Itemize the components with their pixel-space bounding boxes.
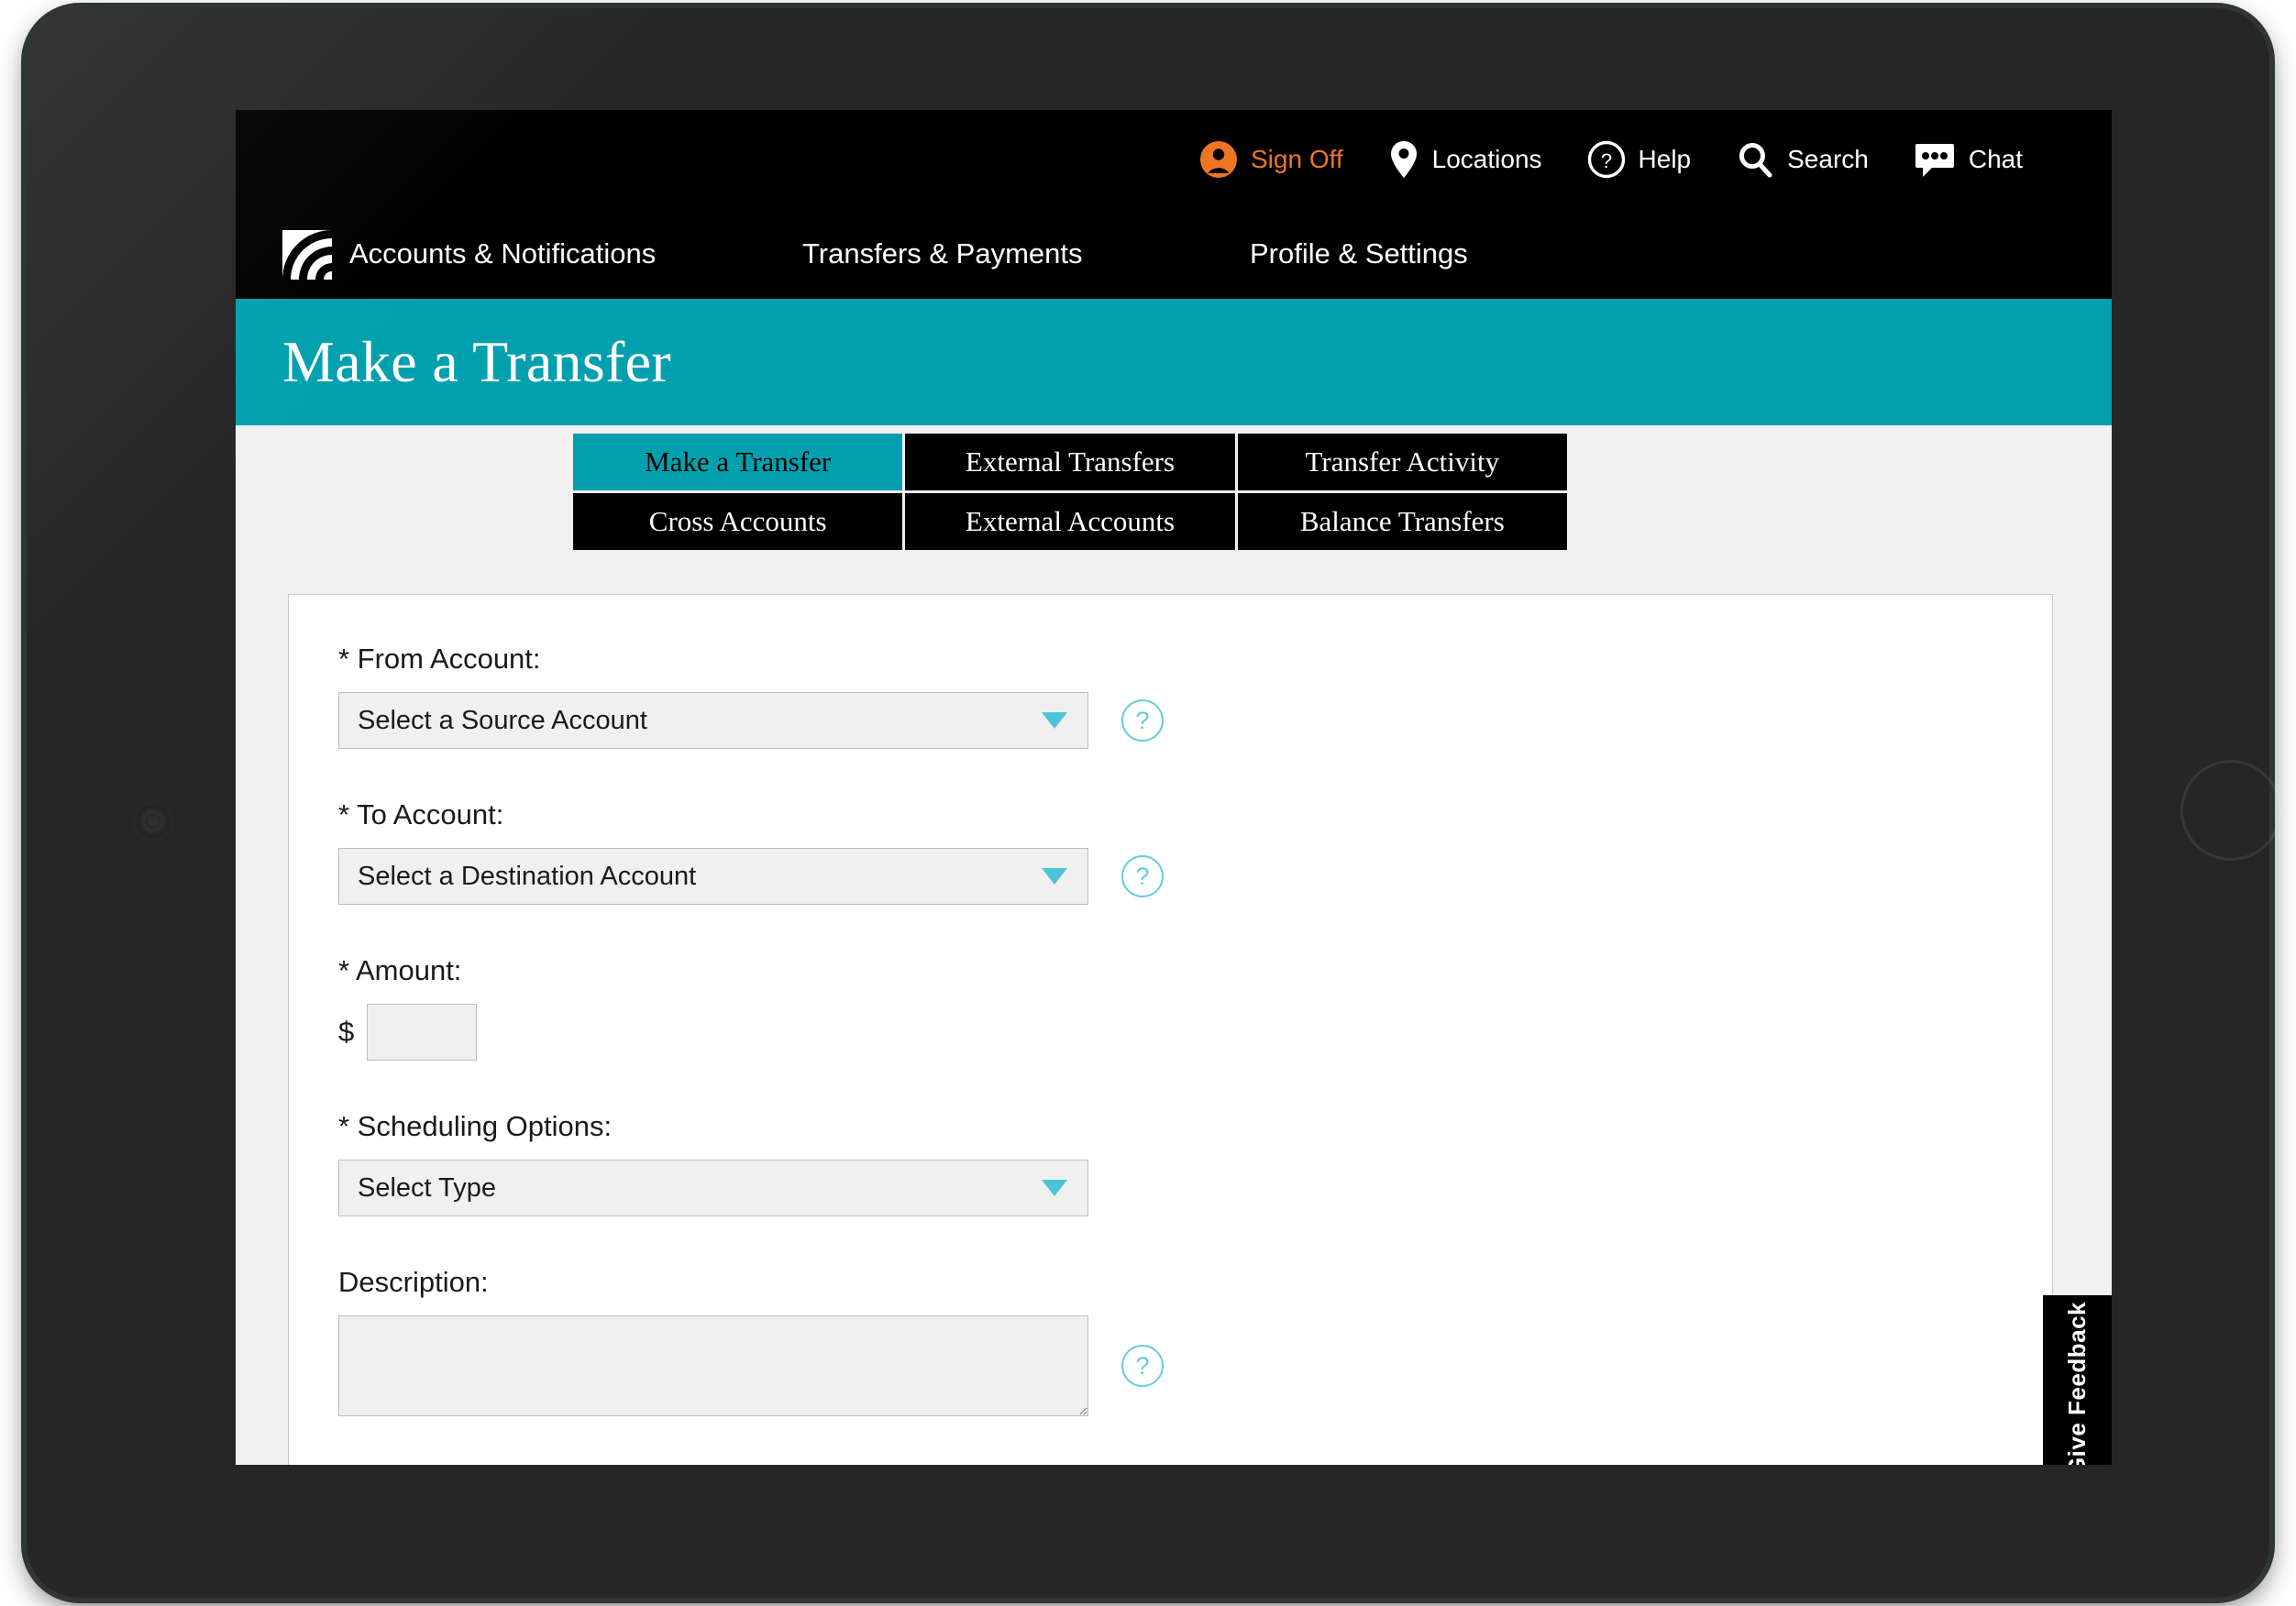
transfer-form-card: * From Account: Select a Source Account … [288, 594, 2053, 1465]
sign-off-label: Sign Off [1251, 144, 1343, 173]
signal-arcs-logo-icon[interactable] [282, 230, 332, 280]
nav-item-label: Accounts & Notifications [349, 236, 657, 270]
description-help-icon[interactable]: ? [1121, 1345, 1164, 1387]
scheduling-options-label: * Scheduling Options: [338, 1110, 613, 1142]
tab-bar: Make a Transfer External Transfers Trans… [236, 425, 2112, 550]
chevron-down-icon [1042, 1180, 1067, 1196]
give-feedback-tab[interactable]: Give Feedback [2043, 1295, 2112, 1465]
from-account-select[interactable]: Select a Source Account [338, 692, 1088, 749]
to-account-value: Select a Destination Account [358, 861, 697, 891]
to-account-select[interactable]: Select a Destination Account [338, 848, 1088, 905]
tablet-device-frame: Sign Off Locations ? Help Search Chat Ac… [27, 8, 2281, 1598]
magnifier-icon [1736, 140, 1774, 179]
tab-label: Balance Transfers [1299, 505, 1505, 537]
to-account-help-icon[interactable]: ? [1121, 855, 1164, 897]
utility-bar-items: Sign Off Locations ? Help Search Chat [1199, 110, 2023, 208]
description-label: Description: [338, 1266, 489, 1298]
tab-label: Cross Accounts [648, 505, 827, 537]
home-button[interactable] [2180, 760, 2281, 861]
help-link[interactable]: ? Help [1587, 140, 1692, 179]
help-glyph: ? [1135, 706, 1150, 734]
main-navigation: Accounts & Notifications Transfers & Pay… [236, 208, 2112, 299]
amount-label: * Amount: [338, 954, 462, 986]
nav-item-label: Transfers & Payments [802, 236, 1083, 270]
chat-link[interactable]: Chat [1914, 141, 2023, 178]
description-textarea[interactable] [338, 1315, 1088, 1416]
scheduling-options-select[interactable]: Select Type [338, 1160, 1088, 1216]
tab-label: Transfer Activity [1305, 446, 1500, 478]
tab-cross-accounts[interactable]: Cross Accounts [573, 493, 903, 550]
nav-item-profile-settings[interactable]: Profile & Settings [1250, 208, 1468, 299]
tab-transfer-activity[interactable]: Transfer Activity [1237, 434, 1567, 490]
description-field: Description: ? [338, 1266, 2052, 1416]
svg-text:?: ? [1600, 149, 1611, 172]
tab-label: Make a Transfer [645, 446, 832, 478]
amount-field: * Amount: $ [338, 954, 2052, 1061]
to-account-label: * To Account: [338, 798, 504, 830]
nav-item-transfers-payments[interactable]: Transfers & Payments [802, 208, 1083, 299]
from-account-help-icon[interactable]: ? [1121, 699, 1164, 742]
nav-item-accounts-notifications[interactable]: Accounts & Notifications [349, 208, 656, 299]
tab-label: External Accounts [965, 505, 1176, 537]
help-label: Help [1638, 144, 1692, 173]
page-hero: Make a Transfer [236, 299, 2112, 425]
help-glyph: ? [1135, 862, 1150, 890]
sign-off-link[interactable]: Sign Off [1199, 140, 1343, 179]
amount-input[interactable] [367, 1004, 478, 1061]
front-camera-icon [136, 804, 171, 839]
currency-symbol: $ [338, 1016, 355, 1048]
from-account-field: * From Account: Select a Source Account … [338, 643, 2052, 749]
tab-balance-transfers[interactable]: Balance Transfers [1237, 493, 1567, 550]
chevron-down-icon [1042, 868, 1067, 885]
utility-bar: Sign Off Locations ? Help Search Chat [236, 110, 2112, 208]
search-label: Search [1787, 144, 1869, 173]
tab-grid: Make a Transfer External Transfers Trans… [573, 434, 1567, 550]
scheduling-options-field: * Scheduling Options: Select Type [338, 1110, 2052, 1216]
locations-label: Locations [1431, 144, 1542, 173]
main-navigation-items: Accounts & Notifications Transfers & Pay… [349, 208, 1633, 299]
chevron-down-icon [1042, 712, 1067, 729]
to-account-field: * To Account: Select a Destination Accou… [338, 798, 2052, 905]
page-title: Make a Transfer [282, 329, 671, 394]
search-link[interactable]: Search [1736, 140, 1869, 179]
nav-item-label: Profile & Settings [1250, 236, 1468, 270]
tab-label: External Transfers [965, 446, 1176, 478]
tab-make-a-transfer[interactable]: Make a Transfer [573, 434, 903, 490]
tab-external-transfers[interactable]: External Transfers [905, 434, 1235, 490]
browser-viewport: Sign Off Locations ? Help Search Chat Ac… [236, 110, 2112, 1465]
from-account-label: * From Account: [338, 643, 541, 675]
chat-label: Chat [1968, 144, 2023, 173]
user-circle-icon [1199, 140, 1238, 179]
tab-external-accounts[interactable]: External Accounts [905, 493, 1235, 550]
chat-bubble-icon [1914, 141, 1956, 178]
give-feedback-label: Give Feedback [2063, 1301, 2091, 1465]
locations-link[interactable]: Locations [1388, 139, 1542, 180]
from-account-value: Select a Source Account [358, 705, 647, 735]
scheduling-options-value: Select Type [358, 1172, 497, 1203]
question-circle-icon: ? [1587, 140, 1626, 179]
help-glyph: ? [1135, 1351, 1150, 1380]
map-pin-icon [1388, 139, 1419, 180]
